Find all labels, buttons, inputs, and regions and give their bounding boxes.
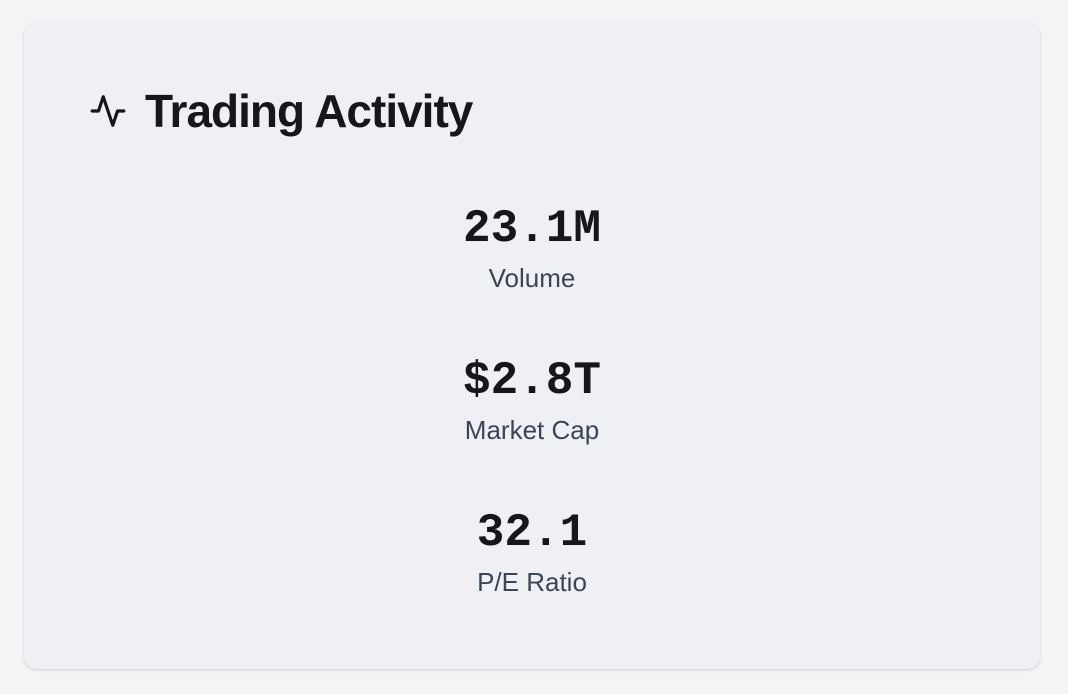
metric-pe-ratio: 32.1 P/E Ratio [24,505,1040,657]
metric-label: Market Cap [464,415,600,445]
metric-value: $2.8T [462,355,602,407]
activity-icon [89,92,127,130]
card-title: Trading Activity [145,85,473,137]
metric-label: P/E Ratio [477,567,587,597]
metric-label: Volume [488,263,576,293]
trading-activity-card: Trading Activity 23.1M Volume $2.8T Mark… [24,23,1040,669]
metric-value: 32.1 [476,507,588,559]
metric-value: 23.1M [462,203,602,255]
card-header: Trading Activity [89,85,473,137]
metric-volume: 23.1M Volume [24,201,1040,353]
metric-market-cap: $2.8T Market Cap [24,353,1040,505]
metrics-list: 23.1M Volume $2.8T Market Cap 32.1 P/E R… [24,201,1040,657]
